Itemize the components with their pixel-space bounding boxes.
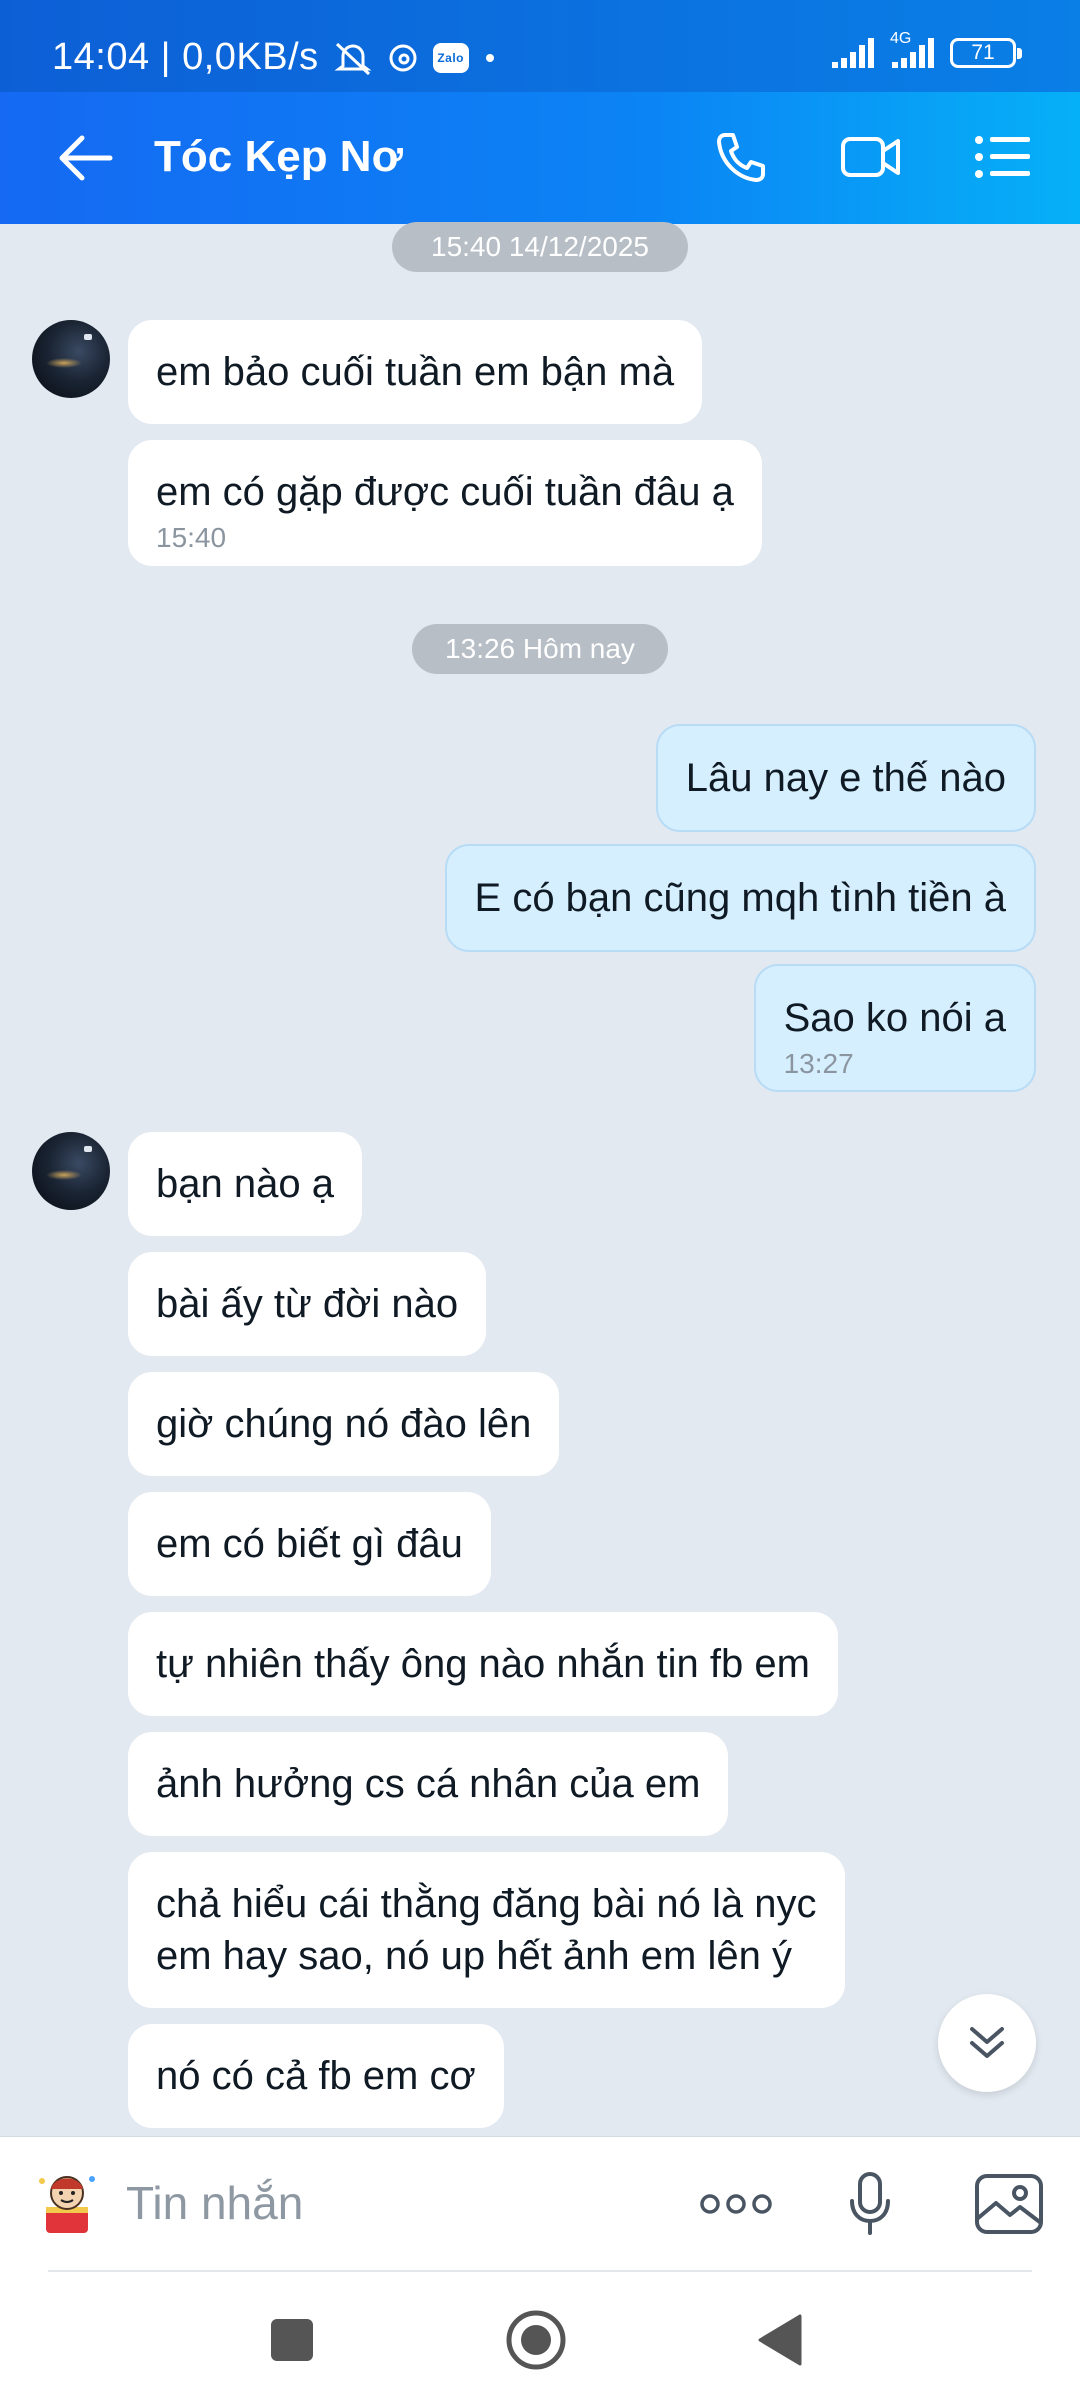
message-text-line: em hay sao, nó up hết ảnh em lên ý (156, 1934, 792, 1978)
received-message[interactable]: nó có cả fb em cơ (128, 2024, 504, 2128)
double-chevron-down-icon (970, 2027, 1004, 2058)
more-options-button[interactable] (692, 2169, 780, 2239)
battery-icon: 71 (950, 38, 1022, 68)
message-text: Sao ko nói a (783, 996, 1006, 1040)
voice-call-button[interactable] (710, 126, 772, 188)
received-message[interactable]: em có gặp được cuối tuần đâu ạ 15:40 (128, 440, 762, 566)
message-text: em có gặp được cuối tuần đâu ạ (156, 470, 734, 514)
contact-avatar[interactable] (32, 320, 110, 398)
sent-message[interactable]: E có bạn cũng mqh tình tiền à (444, 844, 1036, 952)
date-separator: 13:26 Hôm nay (412, 624, 668, 674)
dot-icon (483, 51, 497, 65)
voice-message-button[interactable] (840, 2169, 900, 2239)
threads-icon (387, 41, 419, 75)
back-button[interactable] (56, 132, 116, 184)
menu-list-icon (975, 136, 1030, 178)
mute-notification-icon (333, 40, 373, 76)
message-input[interactable] (126, 2173, 646, 2233)
home-circle-icon (506, 2310, 566, 2370)
chat-header: Tóc Kẹp Nơ (0, 92, 1080, 224)
sticker-icon (39, 2176, 95, 2233)
message-text: em bảo cuối tuần em bận mà (156, 350, 675, 394)
received-message[interactable]: em có biết gì đâu (128, 1492, 491, 1596)
sent-message[interactable]: Lâu nay e thế nào (655, 724, 1036, 832)
status-time-speed: 14:04 | 0,0KB/s (52, 36, 319, 78)
phone-icon (717, 133, 765, 182)
status-left: 14:04 | 0,0KB/s Zalo (52, 36, 497, 79)
message-text: bài ấy từ đời nào (156, 1282, 459, 1326)
message-text: ảnh hưởng cs cá nhân của em (156, 1762, 701, 1806)
received-message[interactable]: tự nhiên thấy ông nào nhắn tin fb em (128, 1612, 838, 1716)
message-text-line: chả hiểu cái thằng đăng bài nó là nyc (156, 1882, 817, 1926)
message-text: E có bạn cũng mqh tình tiền à (474, 876, 1006, 920)
send-image-button[interactable] (972, 2169, 1046, 2239)
signal-icon (830, 36, 878, 70)
message-text: bạn nào ạ (156, 1162, 334, 1206)
received-message[interactable]: bạn nào ạ (128, 1132, 362, 1236)
message-text: em có biết gì đâu (156, 1522, 463, 1566)
back-nav-button[interactable] (748, 2308, 812, 2372)
image-icon (975, 2174, 1043, 2234)
sticker-button[interactable] (32, 2167, 102, 2237)
message-time: 13:27 (783, 1048, 854, 1079)
video-call-button[interactable] (840, 126, 902, 188)
home-button[interactable] (504, 2308, 568, 2372)
message-text: nó có cả fb em cơ (156, 2054, 476, 2098)
system-nav-bar (0, 2268, 1080, 2400)
recents-button[interactable] (260, 2308, 324, 2372)
divider (48, 2270, 1032, 2272)
received-message[interactable]: em bảo cuối tuần em bận mà (128, 320, 703, 424)
square-icon (271, 2319, 313, 2361)
contact-avatar[interactable] (32, 1132, 110, 1210)
received-message[interactable]: bài ấy từ đời nào (128, 1252, 487, 1356)
message-text: tự nhiên thấy ông nào nhắn tin fb em (156, 1642, 810, 1686)
chat-menu-button[interactable] (972, 126, 1034, 188)
battery-level: 71 (971, 41, 995, 64)
received-message[interactable]: giờ chúng nó đào lên (128, 1372, 560, 1476)
signal-4g-icon: 4G (890, 30, 938, 70)
status-right: 4G 71 (830, 30, 1022, 70)
received-message[interactable]: ảnh hưởng cs cá nhân của em (128, 1732, 729, 1836)
sent-message[interactable]: Sao ko nói a 13:27 (753, 964, 1036, 1092)
scroll-to-bottom-button[interactable] (938, 1994, 1036, 2092)
triangle-back-icon (758, 2314, 802, 2366)
video-camera-icon (841, 137, 900, 177)
message-text: giờ chúng nó đào lên (156, 1402, 532, 1446)
arrow-left-icon (59, 135, 113, 181)
zalo-icon: Zalo (432, 42, 469, 73)
message-text: Lâu nay e thế nào (685, 756, 1006, 800)
contact-name[interactable]: Tóc Kẹp Nơ (154, 132, 403, 182)
message-input-bar (0, 2136, 1080, 2268)
received-message[interactable]: chả hiểu cái thằng đăng bài nó là nyc em… (128, 1852, 845, 2008)
microphone-icon (850, 2172, 890, 2235)
message-time: 15:40 (156, 522, 227, 553)
more-horizontal-icon (700, 2194, 772, 2214)
status-bar: 14:04 | 0,0KB/s Zalo 4G 71 (0, 0, 1080, 92)
date-separator: 15:40 14/12/2025 (392, 222, 688, 272)
network-label: 4G (890, 30, 912, 47)
